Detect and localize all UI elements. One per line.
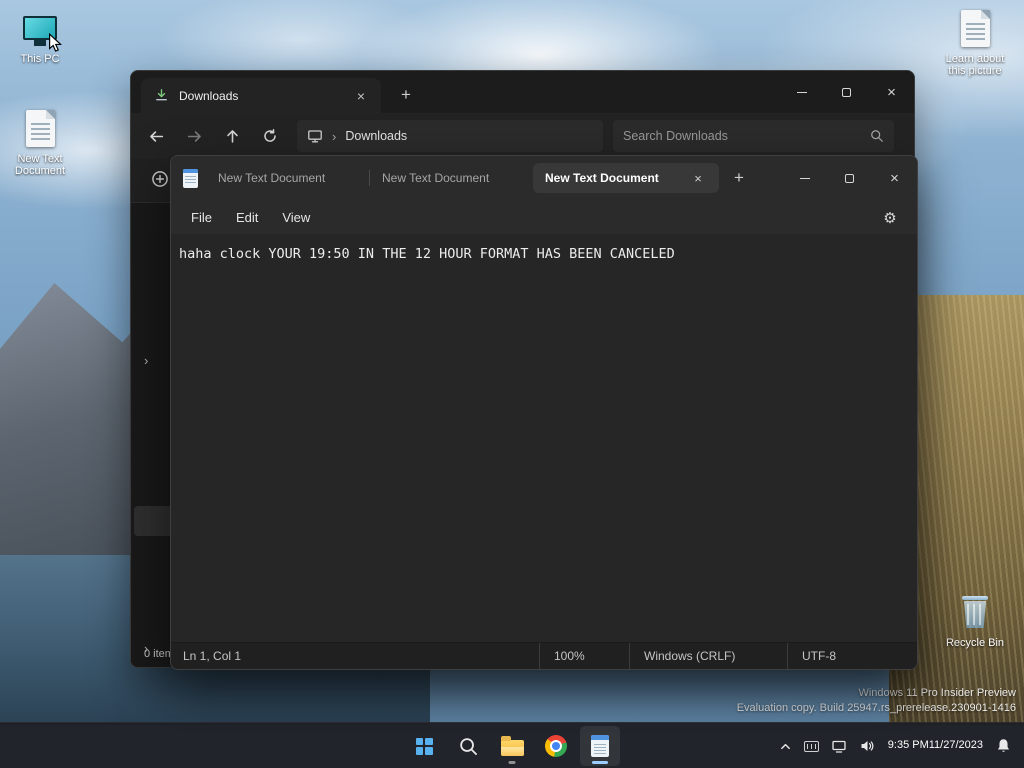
system-tray: 9:35 PM 11/27/2023 [774,723,1016,768]
new-item-plus-icon [152,171,168,187]
explorer-minimize-button[interactable] [779,71,824,113]
picture-info-icon [960,9,990,47]
desktop-icon-recycle-bin[interactable]: Recycle Bin [935,592,1015,649]
settings-gear-icon[interactable]: ⚙ [875,206,905,230]
menu-file[interactable]: File [179,205,224,230]
line-ending[interactable]: Windows (CRLF) [629,643,787,669]
up-arrow-icon [226,129,238,143]
notepad-app-icon [183,168,198,188]
notepad-icon [591,735,609,757]
desktop-icon-this-pc[interactable]: This PC [0,8,80,65]
recycle-bin-icon [962,596,988,628]
this-pc-breadcrumb-icon [308,130,322,143]
windows-logo-icon [415,737,433,755]
evaluation-watermark: Windows 11 Pro Insider Preview Evaluatio… [736,687,1016,714]
taskbar-clock[interactable]: 9:35 PM 11/27/2023 [882,728,989,764]
up-button[interactable] [213,119,251,153]
address-bar[interactable]: › Downloads [297,120,603,152]
explorer-titlebar[interactable]: Downloads × + × [131,71,914,113]
text-document-icon [25,109,55,147]
notepad-tab-2[interactable]: New Text Document [370,163,533,193]
network-button[interactable] [826,728,852,764]
volume-icon [861,741,874,751]
new-item-button[interactable] [151,170,169,188]
desktop-icon-label: Learn about this picture [945,53,1005,77]
forward-button[interactable] [175,119,213,153]
notepad-tab-1[interactable]: New Text Document [206,163,369,193]
menu-edit[interactable]: Edit [224,205,270,230]
explorer-new-tab-button[interactable]: + [393,82,419,108]
notification-bell-icon [997,739,1010,752]
notepad-minimize-button[interactable] [782,156,827,200]
notepad-new-tab-button[interactable]: + [725,164,753,192]
refresh-icon [264,129,276,142]
running-indicator [592,761,608,764]
search-icon [459,737,477,755]
breadcrumb[interactable]: Downloads [345,129,407,143]
desktop-icon-learn-about-picture[interactable]: Learn about this picture [935,8,1015,77]
encoding[interactable]: UTF-8 [787,643,917,669]
notepad-titlebar[interactable]: New Text Document New Text Document New … [171,156,917,200]
explorer-tab-title: Downloads [179,88,239,103]
back-arrow-icon [149,130,163,142]
mouse-cursor [48,32,63,58]
chevron-up-icon [780,743,790,749]
notepad-editor[interactable]: haha clock YOUR 19:50 IN THE 12 HOUR FOR… [171,234,917,642]
notepad-window: New Text Document New Text Document New … [170,155,918,670]
clock-time: 9:35 PM [887,739,929,752]
search-input[interactable] [623,129,870,143]
notepad-maximize-button[interactable] [827,156,872,200]
zoom-level[interactable]: 100% [539,643,629,669]
explorer-close-button[interactable]: × [869,71,914,113]
desktop-icon-label: New Text Document [14,153,66,177]
taskbar-search-button[interactable] [448,726,488,766]
desktop-icon-new-text-document[interactable]: New Text Document [0,108,80,177]
document-text[interactable]: haha clock YOUR 19:50 IN THE 12 HOUR FOR… [179,246,675,262]
taskbar-notepad-button[interactable] [580,726,620,766]
downloads-icon [156,89,167,101]
taskbar-chrome-button[interactable] [536,726,576,766]
notepad-close-button[interactable]: × [872,156,917,200]
search-icon [871,130,883,142]
network-icon [832,740,846,753]
taskbar: 9:35 PM 11/27/2023 [0,722,1024,768]
running-indicator [508,761,516,764]
nav-expand-chevron-icon[interactable]: › [144,353,148,368]
search-box[interactable] [613,120,894,152]
notepad-statusbar: Ln 1, Col 1 100% Windows (CRLF) UTF-8 [171,642,917,669]
explorer-toolbar: › Downloads [131,113,914,159]
refresh-button[interactable] [251,119,289,153]
desktop: This PC New Text Document Learn about th… [0,0,1024,768]
notifications-button[interactable] [991,728,1016,764]
keyboard-icon [803,740,819,752]
tab-close-icon[interactable]: × [689,169,707,187]
breadcrumb-chevron-icon: › [332,128,337,144]
volume-button[interactable] [854,728,880,764]
explorer-maximize-button[interactable] [824,71,869,113]
clock-date: 11/27/2023 [928,739,983,752]
desktop-icon-label: Recycle Bin [945,637,1005,649]
touch-keyboard-button[interactable] [799,728,824,764]
folder-icon [500,736,524,756]
notepad-menubar: File Edit View ⚙ [171,200,917,234]
back-button[interactable] [137,119,175,153]
start-button[interactable] [404,726,444,766]
taskbar-file-explorer-button[interactable] [492,726,532,766]
forward-arrow-icon [187,130,201,142]
cursor-position: Ln 1, Col 1 [183,649,242,663]
menu-view[interactable]: View [270,205,322,230]
hidden-icons-button[interactable] [774,728,797,764]
chrome-icon [545,735,567,757]
explorer-tab-downloads[interactable]: Downloads × [141,78,381,113]
explorer-tab-close-icon[interactable]: × [351,86,371,106]
notepad-tab-3-active[interactable]: New Text Document × [533,163,719,193]
